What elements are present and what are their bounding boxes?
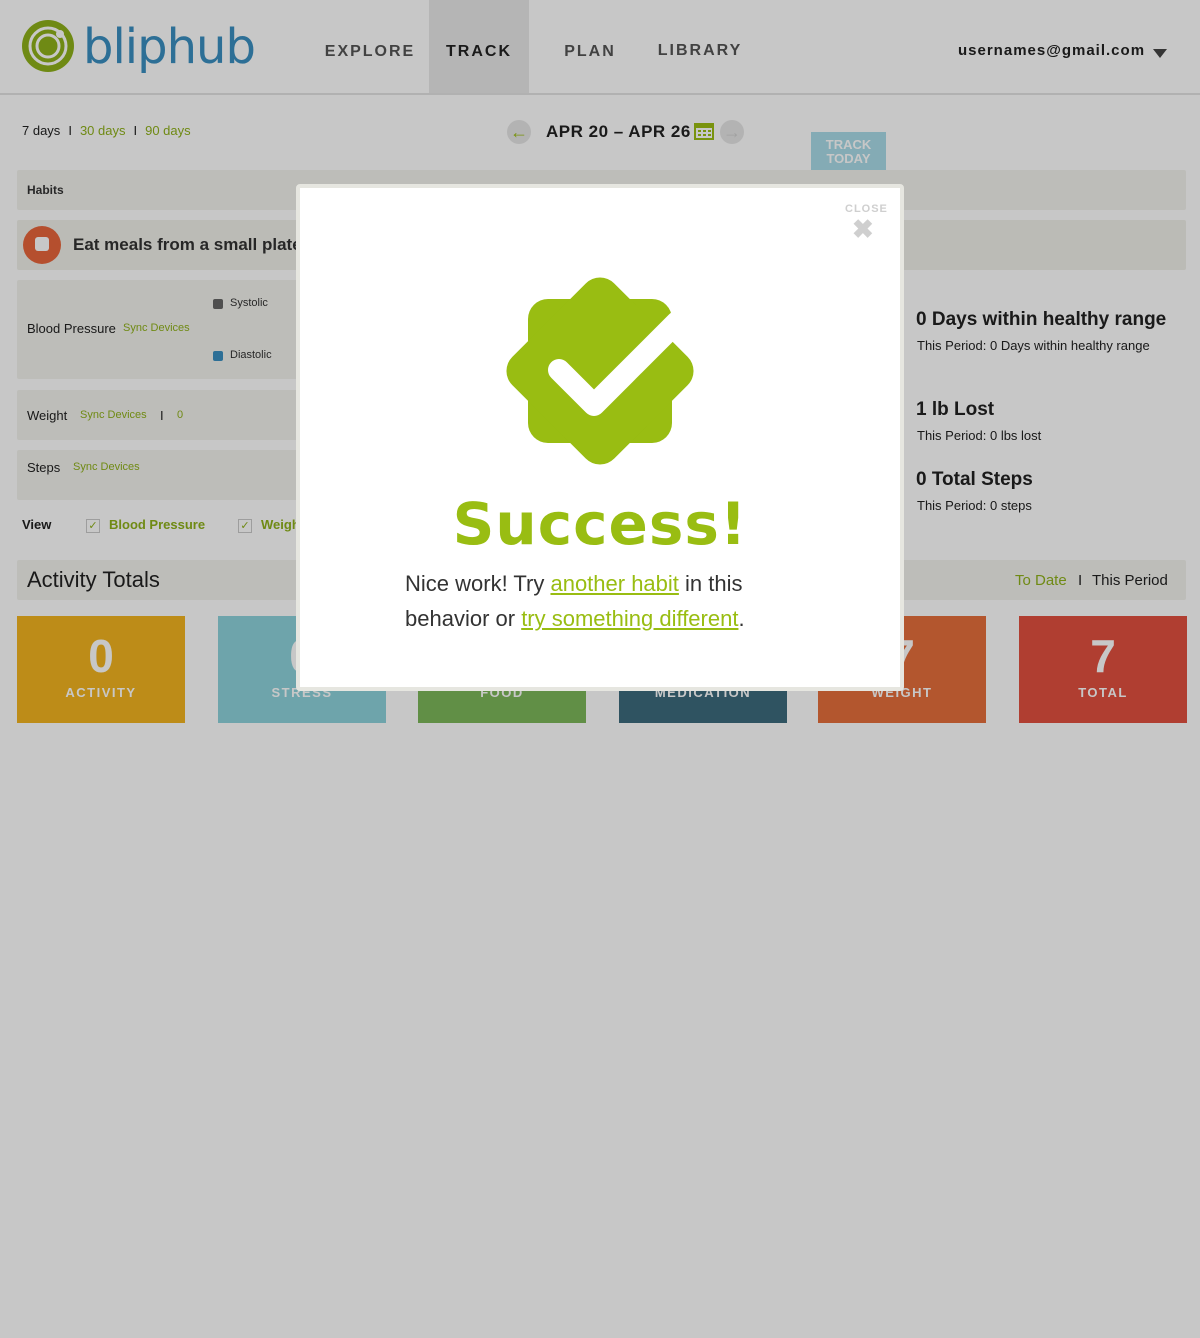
msg-pre: Nice work! Try — [405, 571, 551, 596]
try-something-different-link[interactable]: try something different — [521, 606, 738, 631]
another-habit-link[interactable]: another habit — [550, 571, 678, 596]
close-icon[interactable]: ✖ — [852, 214, 874, 244]
success-message: Nice work! Try another habit in this beh… — [405, 566, 805, 636]
check-badge-icon — [506, 277, 694, 465]
success-title: Success! — [452, 490, 748, 558]
msg-end: . — [738, 606, 745, 631]
